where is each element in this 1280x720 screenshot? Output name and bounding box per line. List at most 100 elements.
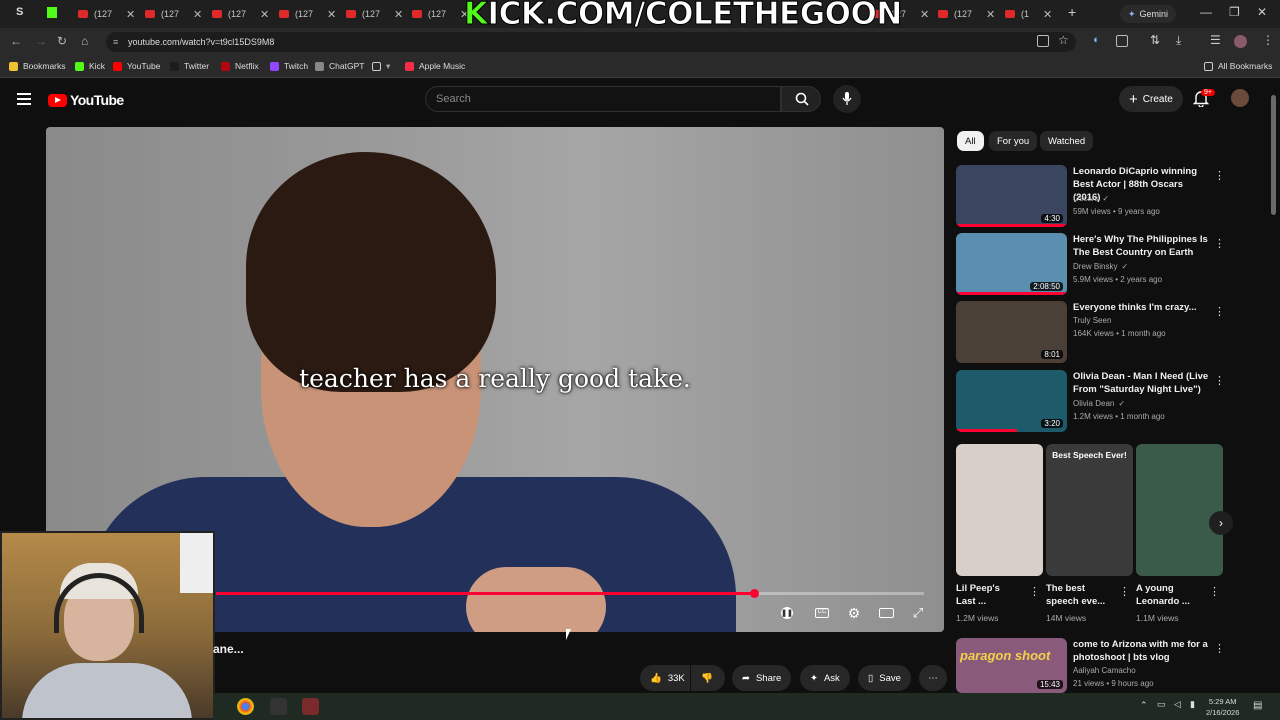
- video-thumbnail[interactable]: 8:01: [956, 301, 1067, 363]
- share-button[interactable]: ➦ Share: [732, 665, 792, 691]
- forward-button[interactable]: →: [35, 34, 47, 48]
- all-bookmarks-button[interactable]: All Bookmarks: [1204, 61, 1272, 71]
- shorts-thumbnail[interactable]: [956, 444, 1043, 576]
- more-options-icon[interactable]: ⋮: [1214, 169, 1225, 182]
- more-actions-button[interactable]: ⋯: [919, 665, 947, 691]
- tray-chevron-icon[interactable]: ⌃: [1140, 700, 1148, 711]
- progress-scrubber-handle[interactable]: [750, 589, 760, 598]
- gemini-button[interactable]: ✦ Gemini: [1120, 5, 1177, 23]
- more-options-icon[interactable]: ⋮: [1214, 305, 1225, 318]
- bookmark-apple-music[interactable]: Apple Music: [405, 61, 465, 71]
- theater-mode-button[interactable]: [875, 604, 897, 622]
- profile-avatar[interactable]: [1234, 35, 1247, 48]
- bookmark-folder[interactable]: ▾: [372, 61, 390, 72]
- cast-icon[interactable]: [1037, 35, 1049, 47]
- minimize-button[interactable]: —: [1200, 5, 1212, 19]
- shorts-thumbnail[interactable]: Best Speech Ever!: [1046, 444, 1133, 576]
- browser-menu-icon[interactable]: ⋮: [1262, 33, 1274, 47]
- recommendation-card[interactable]: 3:20 Olivia Dean - Man I Need (Live From …: [956, 370, 1226, 432]
- bookmark-kick[interactable]: Kick: [75, 61, 105, 71]
- download-icon[interactable]: ⤓: [1176, 33, 1181, 48]
- extensions-icon[interactable]: [1116, 35, 1128, 47]
- recommendation-card[interactable]: 4:30 Leonardo DiCaprio winning Best Actor…: [956, 165, 1226, 227]
- settings-button[interactable]: ⚙: [843, 604, 865, 622]
- restore-button[interactable]: ❐: [1229, 5, 1240, 19]
- chrome-taskbar-icon[interactable]: [237, 698, 254, 715]
- volume-icon[interactable]: ◁: [1174, 699, 1181, 710]
- recommendation-card[interactable]: 8:01 Everyone thinks I'm crazy... Truly Se…: [956, 301, 1226, 363]
- video-thumbnail[interactable]: 3:20: [956, 370, 1067, 432]
- chip-for-you[interactable]: For you: [989, 131, 1038, 151]
- video-title[interactable]: come to Arizona with me for a photoshoot…: [1073, 638, 1211, 664]
- save-button[interactable]: ▯ Save: [858, 665, 911, 691]
- fullscreen-button[interactable]: ⤢: [907, 604, 929, 622]
- browser-tab[interactable]: (127 ✕: [145, 4, 202, 24]
- close-window-button[interactable]: ✕: [1257, 5, 1267, 19]
- notification-center-icon[interactable]: ▤: [1253, 700, 1262, 711]
- bookmark-star-icon[interactable]: ☆: [1058, 33, 1069, 47]
- shorts-thumbnail[interactable]: [1136, 444, 1223, 576]
- ask-button[interactable]: ✦ Ask: [800, 665, 850, 691]
- bookmark-youtube[interactable]: YouTube: [113, 61, 160, 71]
- account-avatar[interactable]: [1231, 89, 1249, 107]
- profile-switch-icon[interactable]: ⇅: [1150, 33, 1160, 47]
- close-tab-icon[interactable]: ✕: [920, 8, 929, 21]
- recommendation-card[interactable]: paragon shoot 15:43 come to Arizona with m…: [956, 638, 1226, 700]
- browser-tab[interactable]: (127 ✕: [938, 4, 995, 24]
- channel-name[interactable]: Oscars ✓: [1073, 194, 1109, 203]
- shorts-title[interactable]: The best speech eve...: [1046, 582, 1105, 608]
- more-options-icon[interactable]: ⋮: [1119, 585, 1130, 598]
- channel-name[interactable]: Aaliyah Camacho: [1073, 666, 1136, 675]
- more-options-icon[interactable]: ⋮: [1214, 237, 1225, 250]
- reload-button[interactable]: ↻: [57, 34, 67, 48]
- back-button[interactable]: ←: [10, 34, 22, 48]
- browser-tab[interactable]: (127 ✕: [412, 4, 469, 24]
- site-info-icon[interactable]: ≡: [113, 32, 118, 52]
- close-tab-icon[interactable]: ✕: [986, 8, 995, 21]
- like-button[interactable]: 👍 33K: [640, 665, 690, 691]
- create-button[interactable]: + Create: [1119, 86, 1183, 112]
- browser-tab[interactable]: (127 ✕: [279, 4, 336, 24]
- shelf-next-button[interactable]: ›: [1209, 511, 1233, 535]
- bookmark-twitch[interactable]: Twitch: [270, 61, 308, 71]
- microphone-tray-icon[interactable]: ▮: [1190, 699, 1195, 710]
- close-tab-icon[interactable]: ✕: [260, 8, 269, 21]
- close-tab-icon[interactable]: ✕: [394, 8, 403, 21]
- bookmark-twitter[interactable]: Twitter: [170, 61, 209, 71]
- youtube-logo[interactable]: YouTube: [48, 92, 124, 108]
- progress-bar[interactable]: [216, 589, 924, 598]
- more-options-icon[interactable]: ⋮: [1029, 585, 1040, 598]
- recommendation-card[interactable]: 2:08:50 Here's Why The Philippines Is The…: [956, 233, 1226, 295]
- more-options-icon[interactable]: ⋮: [1214, 374, 1225, 387]
- pause-button[interactable]: ❚❚: [776, 604, 798, 622]
- chip-watched[interactable]: Watched: [1040, 131, 1094, 151]
- home-button[interactable]: ⌂: [81, 34, 88, 48]
- close-tab-icon[interactable]: ✕: [1043, 8, 1052, 21]
- more-options-icon[interactable]: ⋮: [1214, 642, 1225, 655]
- channel-name[interactable]: Drew Binsky ✓: [1073, 262, 1128, 271]
- search-input[interactable]: Search: [425, 86, 781, 112]
- scrollbar[interactable]: [1271, 95, 1276, 215]
- obs-taskbar-icon[interactable]: [270, 698, 287, 715]
- side-panel-icon[interactable]: ☰: [1210, 33, 1221, 47]
- new-tab-button[interactable]: +: [1068, 4, 1076, 20]
- voice-search-button[interactable]: [833, 85, 861, 113]
- guide-menu-icon[interactable]: [17, 93, 31, 105]
- browser-tab[interactable]: (127 ✕: [78, 4, 135, 24]
- browser-tab[interactable]: (1 ✕: [1005, 4, 1052, 24]
- extension-icon[interactable]: ◖: [1092, 34, 1099, 46]
- channel-name[interactable]: Olivia Dean ✓: [1073, 399, 1125, 408]
- shorts-title[interactable]: A young Leonardo ...: [1136, 582, 1190, 608]
- video-thumbnail[interactable]: 4:30: [956, 165, 1067, 227]
- video-title[interactable]: Here's Why The Philippines Is The Best C…: [1073, 233, 1211, 259]
- video-thumbnail[interactable]: 2:08:50: [956, 233, 1067, 295]
- browser-tab[interactable]: (127 ✕: [346, 4, 403, 24]
- bookmark-chatgpt[interactable]: ChatGPT: [315, 61, 364, 71]
- video-thumbnail[interactable]: paragon shoot 15:43: [956, 638, 1067, 693]
- video-title[interactable]: Olivia Dean - Man I Need (Live From "Sat…: [1073, 370, 1211, 396]
- more-options-icon[interactable]: ⋮: [1209, 585, 1220, 598]
- dislike-button[interactable]: 👎: [691, 665, 725, 691]
- close-tab-icon[interactable]: ✕: [193, 8, 202, 21]
- bookmark-bookmarks[interactable]: Bookmarks: [9, 61, 66, 71]
- video-title[interactable]: Everyone thinks I'm crazy...: [1073, 301, 1211, 314]
